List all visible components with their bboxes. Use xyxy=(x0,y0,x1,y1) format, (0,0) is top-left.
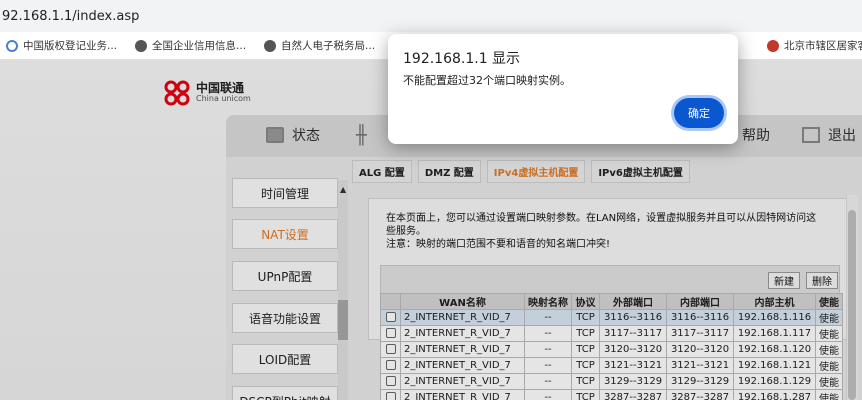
bookmark-label: 全国企业信用信息... xyxy=(152,40,247,52)
globe-icon xyxy=(264,39,277,52)
bookmark-label: 北京市辖区居家客... xyxy=(784,40,862,52)
bookmark-label: 中国版权登记业务... xyxy=(23,40,118,52)
bookmark-item[interactable]: 自然人电子税务局... xyxy=(264,38,375,53)
alert-dialog: 192.168.1.1 显示 不能配置超过32个端口映射实例。 确定 xyxy=(388,34,738,144)
address-bar[interactable]: 92.168.1.1/index.asp xyxy=(0,0,862,32)
bookmark-item[interactable]: 全国企业信用信息... xyxy=(135,38,246,53)
globe-icon xyxy=(135,39,148,52)
site-icon xyxy=(767,39,780,52)
globe-icon xyxy=(6,39,18,52)
dialog-title: 192.168.1.1 显示 xyxy=(403,51,521,67)
bookmark-label: 自然人电子税务局... xyxy=(281,40,376,52)
dialog-message: 不能配置超过32个端口映射实例。 xyxy=(403,74,571,87)
ok-button[interactable]: 确定 xyxy=(674,98,724,128)
url-text: 92.168.1.1/index.asp xyxy=(2,8,140,24)
bookmark-item[interactable]: 北京市辖区居家客... xyxy=(767,38,862,53)
bookmark-item[interactable]: 中国版权登记业务... xyxy=(6,38,117,53)
